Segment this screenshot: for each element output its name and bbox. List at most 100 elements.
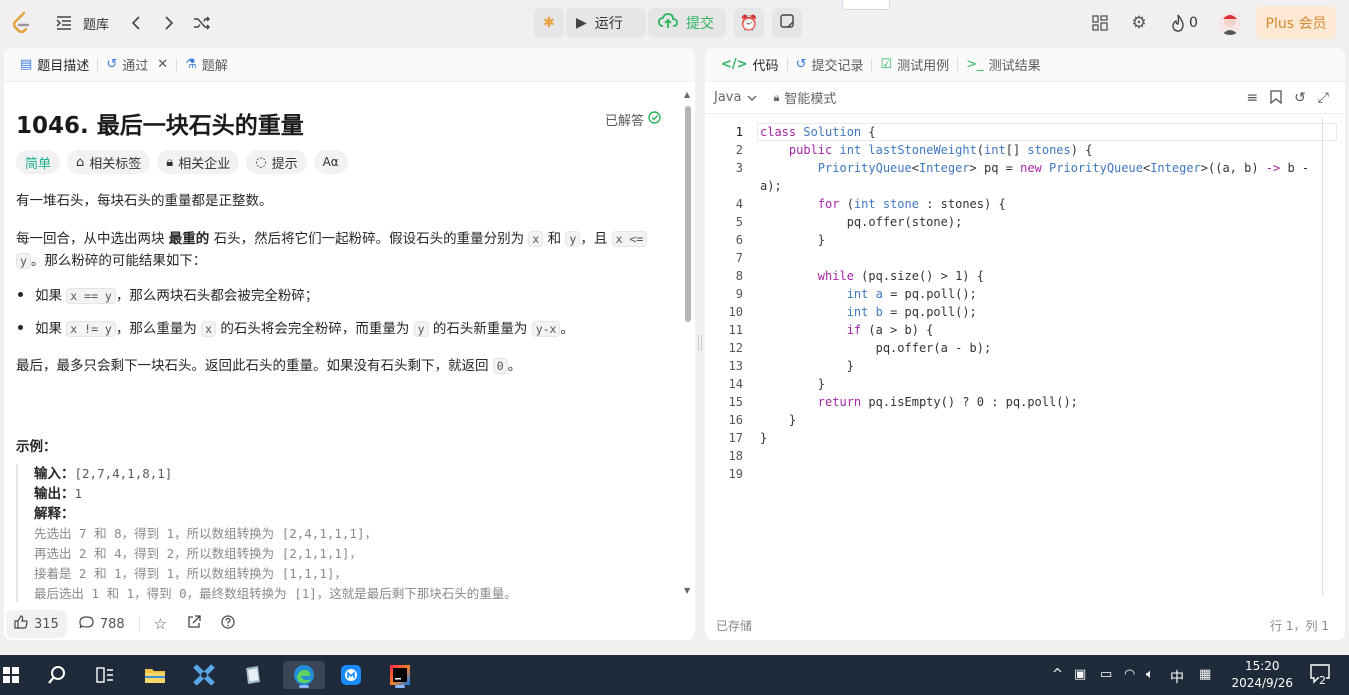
- scroll-thumb[interactable]: [685, 106, 691, 322]
- shuffle-icon[interactable]: [192, 13, 212, 33]
- close-icon[interactable]: ✕: [157, 57, 168, 72]
- timer-button[interactable]: ⏰: [734, 8, 764, 38]
- layout-grid-icon[interactable]: [1090, 13, 1110, 33]
- example-input-label: 输入：: [34, 466, 75, 482]
- notebook-app-icon[interactable]: [238, 661, 268, 689]
- plus-membership-button[interactable]: Plus 会员: [1256, 6, 1336, 39]
- example-explain-line: 最后选出 1 和 1，得到 0，最终数组转换为 [1]，这就是最后剩下那块石头的…: [34, 586, 517, 601]
- ime-mode-icon[interactable]: ▦: [1199, 667, 1211, 682]
- example-explain-label: 解释：: [34, 506, 75, 522]
- solved-label: 已解答: [605, 114, 645, 129]
- problem-title: 1046. 最后一块石头的重量: [16, 113, 304, 139]
- inline-code: y: [413, 321, 429, 337]
- app-x-icon[interactable]: [189, 661, 219, 689]
- fullscreen-icon[interactable]: ⤢: [1318, 90, 1329, 108]
- notes-button[interactable]: [772, 8, 802, 38]
- text: ，那么重量为: [115, 321, 202, 337]
- format-icon[interactable]: ≡: [1246, 90, 1258, 108]
- ime-indicator[interactable]: 中: [1170, 667, 1184, 687]
- tab-description-label: 题目描述: [37, 59, 90, 74]
- submit-button[interactable]: 提交: [648, 8, 726, 38]
- system-clock[interactable]: 15:20 2024/9/26: [1231, 658, 1293, 692]
- history-icon: ↺: [795, 57, 807, 72]
- star-icon: ☆: [153, 615, 168, 633]
- panel-resize-handle[interactable]: [698, 335, 702, 351]
- inline-code: x != y: [66, 321, 116, 337]
- streak-flame-icon[interactable]: [1168, 12, 1188, 34]
- related-tags-chip[interactable]: ⌂ 相关标签: [67, 150, 151, 174]
- code-editor[interactable]: 1 class Solution { 2 public int lastStone…: [705, 123, 1337, 593]
- debug-button[interactable]: ✱: [534, 8, 564, 38]
- run-label: 运行: [594, 16, 623, 32]
- inline-code: y: [16, 253, 31, 269]
- scroll-up-arrow-icon[interactable]: ▲: [684, 90, 690, 99]
- clock-date: 2024/9/26: [1231, 676, 1293, 690]
- tab-solutions[interactable]: ⚗ 题解: [177, 55, 236, 74]
- submit-label: 提交: [686, 16, 714, 32]
- tab-accepted[interactable]: ↺ 通过 ✕: [98, 55, 176, 74]
- tab-results[interactable]: >_ 测试结果: [958, 55, 1048, 74]
- like-button[interactable]: 315: [6, 610, 67, 638]
- description-para-2: 每一回合，从中选出两块 最重的 石头，然后将它们一起粉碎。假设石头的重量分别为 …: [16, 228, 668, 272]
- run-button[interactable]: ▶ 运行: [566, 8, 646, 38]
- mode-select[interactable]: 🔒︎ 智能模式: [773, 88, 836, 108]
- hint-chip[interactable]: ◌ 提示: [246, 150, 307, 174]
- edge-browser-icon[interactable]: [283, 661, 325, 689]
- favorite-button[interactable]: ☆: [146, 610, 175, 638]
- comments-button[interactable]: 788: [71, 610, 133, 638]
- bullet-dot: [18, 324, 23, 330]
- avatar[interactable]: [1218, 11, 1242, 35]
- windows-start-icon[interactable]: [0, 661, 26, 689]
- problem-chips: 简单 ⌂ 相关标签 🔒︎ 相关企业 ◌ 提示 Aα: [16, 150, 348, 174]
- tab-description[interactable]: ▤ 题目描述: [12, 55, 97, 74]
- battery-icon[interactable]: ▭: [1100, 667, 1112, 682]
- tab-accepted-label: 通过: [122, 59, 149, 74]
- file-explorer-icon[interactable]: [140, 661, 170, 689]
- editor-scrollbar[interactable]: [1322, 118, 1323, 596]
- alarm-clock-icon: ⏰: [739, 14, 759, 32]
- help-button[interactable]: [213, 610, 243, 638]
- tab-testcases[interactable]: ☑ 测试用例: [872, 55, 957, 74]
- volume-muted-icon[interactable]: 🔈︎: [1146, 667, 1154, 682]
- related-companies-chip[interactable]: 🔒︎ 相关企业: [157, 150, 240, 174]
- text: 和: [543, 231, 566, 247]
- task-view-icon[interactable]: [90, 661, 120, 689]
- translate-chip[interactable]: Aα: [313, 150, 348, 174]
- scroll-down-arrow-icon[interactable]: ▼: [684, 586, 690, 595]
- prev-problem-icon[interactable]: [128, 13, 144, 33]
- app-m-icon[interactable]: [336, 661, 366, 689]
- example-heading: 示例：: [16, 439, 57, 455]
- show-hidden-icons-chevron-up-icon[interactable]: ^: [1052, 667, 1063, 682]
- reset-icon[interactable]: ↺: [1294, 90, 1306, 108]
- share-button[interactable]: [179, 610, 209, 638]
- wifi-icon[interactable]: ◠: [1124, 667, 1135, 682]
- problem-list-link[interactable]: 题库: [83, 14, 109, 33]
- line-number: 1: [735, 125, 743, 139]
- tag-icon: ⌂: [76, 154, 85, 170]
- bookmark-icon[interactable]: [1270, 90, 1282, 108]
- chip-label: 相关企业: [178, 156, 231, 172]
- editor-panel: </> 代码 ↺ 提交记录 ☑ 测试用例 >_ 测试结果 Java 🔒︎ 智能模…: [705, 48, 1345, 640]
- text: ，那么两块石头都会被完全粉碎；: [115, 288, 319, 304]
- settings-gear-icon[interactable]: ⚙: [1129, 13, 1149, 33]
- line-number: 19: [728, 467, 743, 481]
- comment-count: 788: [99, 616, 125, 632]
- description-para-3: 最后，最多只会剩下一块石头。返回此石头的重量。如果没有石头剩下，就返回 0。: [16, 355, 668, 377]
- tab-submissions[interactable]: ↺ 提交记录: [788, 55, 872, 74]
- tab-testcases-label: 测试用例: [897, 59, 950, 74]
- list-icon[interactable]: [55, 14, 73, 32]
- chip-label: 相关标签: [89, 156, 142, 172]
- tab-code[interactable]: </> 代码: [713, 55, 787, 74]
- next-problem-icon[interactable]: [161, 13, 177, 33]
- screen-capture-icon[interactable]: ▣: [1074, 667, 1086, 682]
- intellij-icon[interactable]: [385, 661, 415, 689]
- example-explain-line: 再选出 2 和 4，得到 2，所以数组转换为 [2,1,1,1]，: [34, 546, 362, 561]
- leetcode-logo-icon[interactable]: [10, 10, 32, 36]
- tab-results-label: 测试结果: [988, 59, 1041, 74]
- search-icon[interactable]: [42, 661, 72, 689]
- problem-scrollbar[interactable]: ▲ ▼: [683, 90, 693, 600]
- windows-taskbar: ^ ▣ ▭ ◠ 🔈︎ 中 ▦ 15:20 2024/9/26 2: [0, 655, 1349, 695]
- chevron-down-icon: [747, 90, 757, 105]
- thumbs-up-icon: [14, 615, 28, 633]
- language-select[interactable]: Java: [714, 90, 757, 105]
